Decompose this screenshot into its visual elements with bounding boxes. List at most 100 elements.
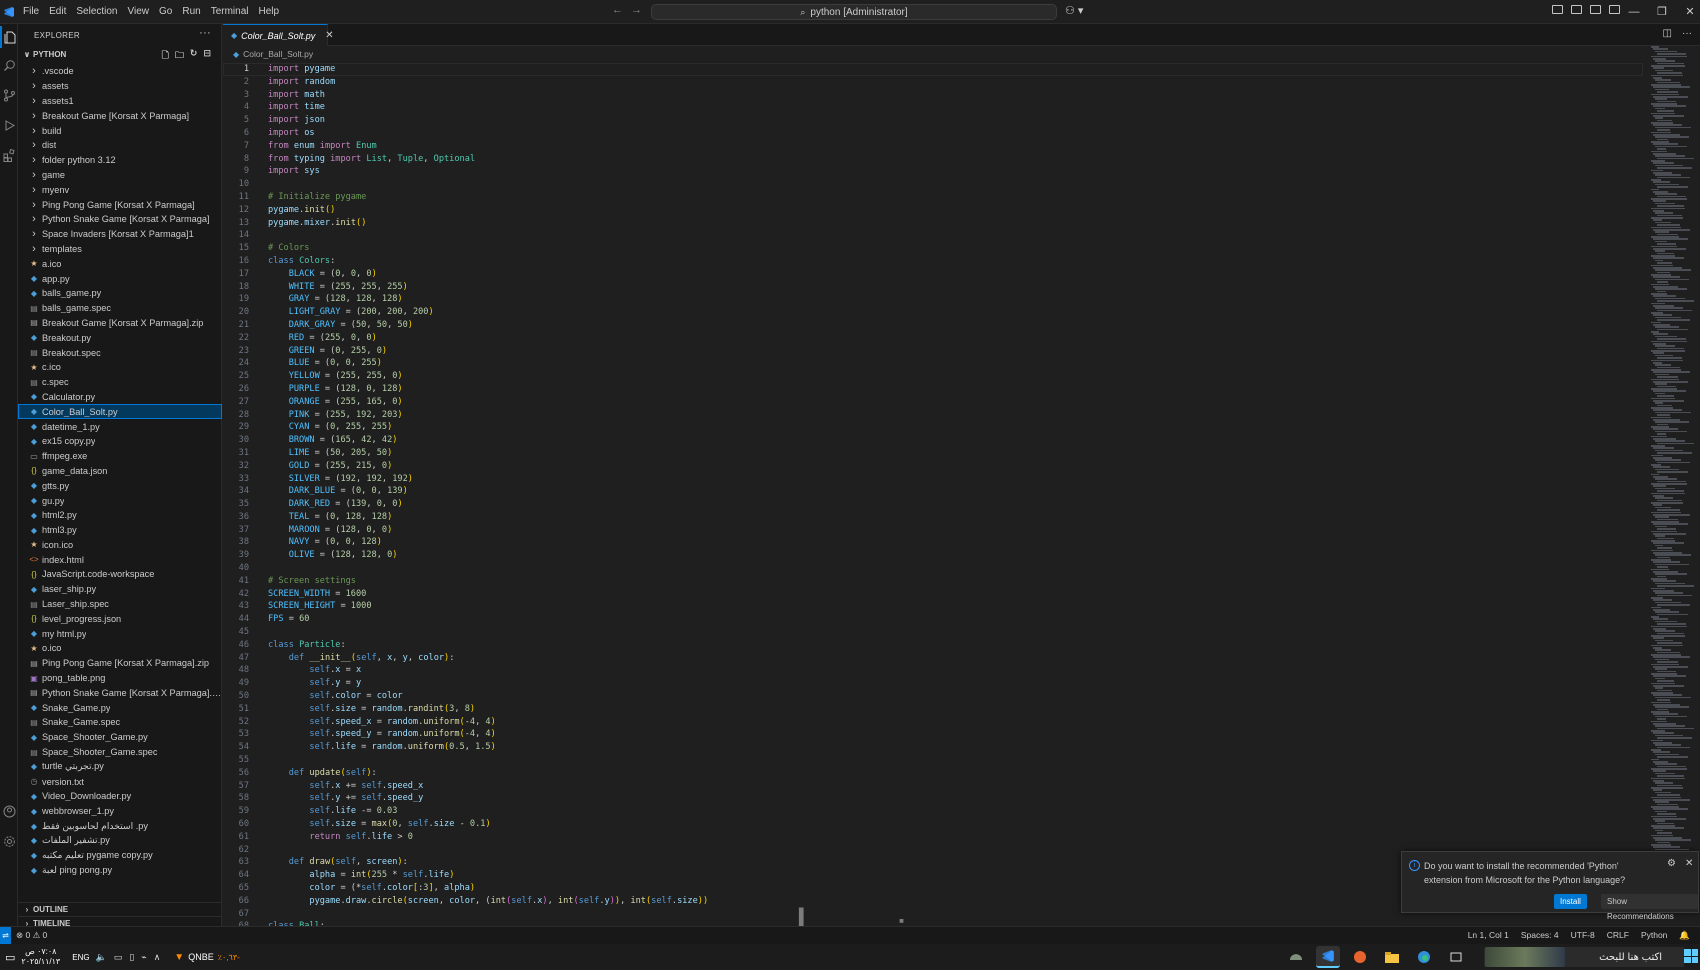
customize-layout-icon[interactable] <box>1552 5 1563 14</box>
code-line[interactable]: 57 self.x += self.speed_x <box>223 780 1643 793</box>
weather-app-icon[interactable] <box>1284 946 1308 968</box>
code-line[interactable]: 21 DARK_GRAY = (50, 50, 50) <box>223 319 1643 332</box>
file-item[interactable]: ★ o.ico <box>18 641 222 656</box>
file-item[interactable]: ◆ my html.py <box>18 626 222 641</box>
code-line[interactable]: 52 self.speed_x = random.uniform(-4, 4) <box>223 716 1643 729</box>
file-item[interactable]: ◆ gu.py <box>18 493 222 508</box>
code-line[interactable]: 35 DARK_RED = (139, 0, 0) <box>223 498 1643 511</box>
volume-icon[interactable]: 🔈 <box>96 952 107 963</box>
folder-item[interactable]: › Ping Pong Game [Korsat X Parmaga] <box>18 197 222 212</box>
code-line[interactable]: 8 from typing import List, Tuple, Optiona… <box>223 153 1643 166</box>
code-line[interactable]: 26 PURPLE = (128, 0, 128) <box>223 383 1643 396</box>
outline-section-header[interactable]: › OUTLINE <box>18 902 222 916</box>
code-line[interactable]: 50 self.color = color <box>223 690 1643 703</box>
file-item[interactable]: ◆ app.py <box>18 271 222 286</box>
end-of-line[interactable]: CRLF <box>1607 930 1629 941</box>
code-line[interactable]: 45 <box>223 626 1643 639</box>
file-item[interactable]: ▣ pong_table.png <box>18 671 222 686</box>
code-line[interactable]: 56 def update(self): <box>223 767 1643 780</box>
code-line[interactable]: 27 ORANGE = (255, 165, 0) <box>223 396 1643 409</box>
game-app-icon[interactable] <box>1348 946 1372 968</box>
windows-start-icon[interactable] <box>1684 949 1698 963</box>
code-line[interactable]: 4 import time <box>223 101 1643 114</box>
collapse-all-icon[interactable]: ⊟ <box>203 48 211 64</box>
toggle-panel-icon[interactable] <box>1590 5 1601 14</box>
code-line[interactable]: 36 TEAL = (0, 128, 128) <box>223 511 1643 524</box>
new-file-icon[interactable]: 🗋 <box>162 48 169 64</box>
folder-item[interactable]: › templates <box>18 242 222 257</box>
folder-item[interactable]: › Breakout Game [Korsat X Parmaga] <box>18 108 222 123</box>
menu-selection[interactable]: Selection <box>71 0 122 24</box>
file-item[interactable]: ◆ استخدام لحاسوبين فقط .py <box>18 819 222 834</box>
problems-indicator[interactable]: ⊗ 0 ⚠ 0 <box>16 930 47 941</box>
settings-gear-icon[interactable] <box>0 830 18 852</box>
folder-item[interactable]: › Python Snake Game [Korsat X Parmaga] <box>18 212 222 227</box>
file-item[interactable]: {} level_progress.json <box>18 611 222 626</box>
bell-icon[interactable]: 🔔 <box>1679 930 1690 941</box>
toggle-secondary-sidebar-icon[interactable] <box>1609 5 1620 14</box>
file-item[interactable]: ▭ ffmpeg.exe <box>18 449 222 464</box>
code-line[interactable]: 38 NAVY = (0, 0, 128) <box>223 536 1643 549</box>
file-item[interactable]: {} game_data.json <box>18 464 222 479</box>
remote-indicator-icon[interactable]: ⇌ <box>0 927 11 944</box>
file-item[interactable]: ▤ Space_Shooter_Game.spec <box>18 745 222 760</box>
account-icon[interactable] <box>0 800 18 822</box>
code-line[interactable]: 60 self.size = max(0, self.size - 0.1) <box>223 818 1643 831</box>
file-item[interactable]: ◆ html3.py <box>18 523 222 538</box>
code-line[interactable]: 17 BLACK = (0, 0, 0) <box>223 268 1643 281</box>
code-line[interactable]: 16 class Colors: <box>223 255 1643 268</box>
file-item[interactable]: ◆ Video_Downloader.py <box>18 789 222 804</box>
extensions-icon[interactable] <box>0 144 18 166</box>
file-item[interactable]: ◆ gtts.py <box>18 478 222 493</box>
code-line[interactable]: 40 <box>223 562 1643 575</box>
language-mode[interactable]: Python <box>1641 930 1667 941</box>
minimize-icon[interactable]: — <box>1620 0 1648 24</box>
file-item[interactable]: ▤ Breakout.spec <box>18 345 222 360</box>
forward-arrow-icon[interactable]: → <box>631 4 642 16</box>
file-item[interactable]: ▤ Ping Pong Game [Korsat X Parmaga].zip <box>18 656 222 671</box>
code-line[interactable]: 14 <box>223 229 1643 242</box>
split-editor-icon[interactable]: ◫ <box>1663 28 1672 39</box>
battery-icon[interactable]: ▯ <box>129 952 134 963</box>
toggle-primary-sidebar-icon[interactable] <box>1571 5 1582 14</box>
input-language[interactable]: ENG <box>72 953 89 962</box>
file-item[interactable]: ◆ Snake_Game.py <box>18 700 222 715</box>
code-line[interactable]: 28 PINK = (255, 192, 203) <box>223 409 1643 422</box>
folder-item[interactable]: › folder python 3.12 <box>18 153 222 168</box>
file-item[interactable]: ◆ webbrowser_1.py <box>18 804 222 819</box>
file-item[interactable]: ◆ لعبة ping pong.py <box>18 863 222 878</box>
code-line[interactable]: 42 SCREEN_WIDTH = 1600 <box>223 588 1643 601</box>
code-line[interactable]: 39 OLIVE = (128, 128, 0) <box>223 549 1643 562</box>
code-line[interactable]: 31 LIME = (50, 205, 50) <box>223 447 1643 460</box>
menu-edit[interactable]: Edit <box>44 0 71 24</box>
code-line[interactable]: 47 def __init__(self, x, y, color): <box>223 652 1643 665</box>
code-line[interactable]: 58 self.y += self.speed_y <box>223 792 1643 805</box>
code-line[interactable]: 18 WHITE = (255, 255, 255) <box>223 281 1643 294</box>
file-item[interactable]: ★ c.ico <box>18 360 222 375</box>
code-line[interactable]: 37 MAROON = (128, 0, 0) <box>223 524 1643 537</box>
folder-item[interactable]: › build <box>18 123 222 138</box>
folder-item[interactable]: › Space Invaders [Korsat X Parmaga]1 <box>18 227 222 242</box>
code-line[interactable]: 15 # Colors <box>223 242 1643 255</box>
file-item[interactable]: ◆ turtle تجربتي.py <box>18 759 222 774</box>
copilot-icon[interactable]: ⚇ ▾ <box>1065 4 1083 17</box>
menu-run[interactable]: Run <box>177 0 205 24</box>
file-item[interactable]: ★ a.ico <box>18 256 222 271</box>
show-hidden-icons-chevron-icon[interactable]: ∧ <box>154 952 161 963</box>
code-editor[interactable]: 1 import pygame 2 import random 3 import math… <box>223 63 1643 933</box>
restore-icon[interactable]: ❐ <box>1648 0 1676 24</box>
encoding[interactable]: UTF-8 <box>1571 930 1595 941</box>
close-tab-icon[interactable]: ✕ <box>325 30 333 41</box>
folder-item[interactable]: › myenv <box>18 182 222 197</box>
usb-icon[interactable]: ⌁ <box>141 952 146 963</box>
code-line[interactable]: 43 SCREEN_HEIGHT = 1000 <box>223 600 1643 613</box>
code-line[interactable]: 54 self.life = random.uniform(0.5, 1.5) <box>223 741 1643 754</box>
code-line[interactable]: 1 import pygame <box>223 63 1643 76</box>
code-line[interactable]: 59 self.life -= 0.03 <box>223 805 1643 818</box>
notification-center-icon[interactable]: ▭ <box>5 951 15 964</box>
source-control-icon[interactable] <box>0 84 18 106</box>
code-line[interactable]: 5 import json <box>223 114 1643 127</box>
new-folder-icon[interactable]: 🗀 <box>175 48 184 64</box>
code-line[interactable]: 25 YELLOW = (255, 255, 0) <box>223 370 1643 383</box>
code-line[interactable]: 55 <box>223 754 1643 767</box>
